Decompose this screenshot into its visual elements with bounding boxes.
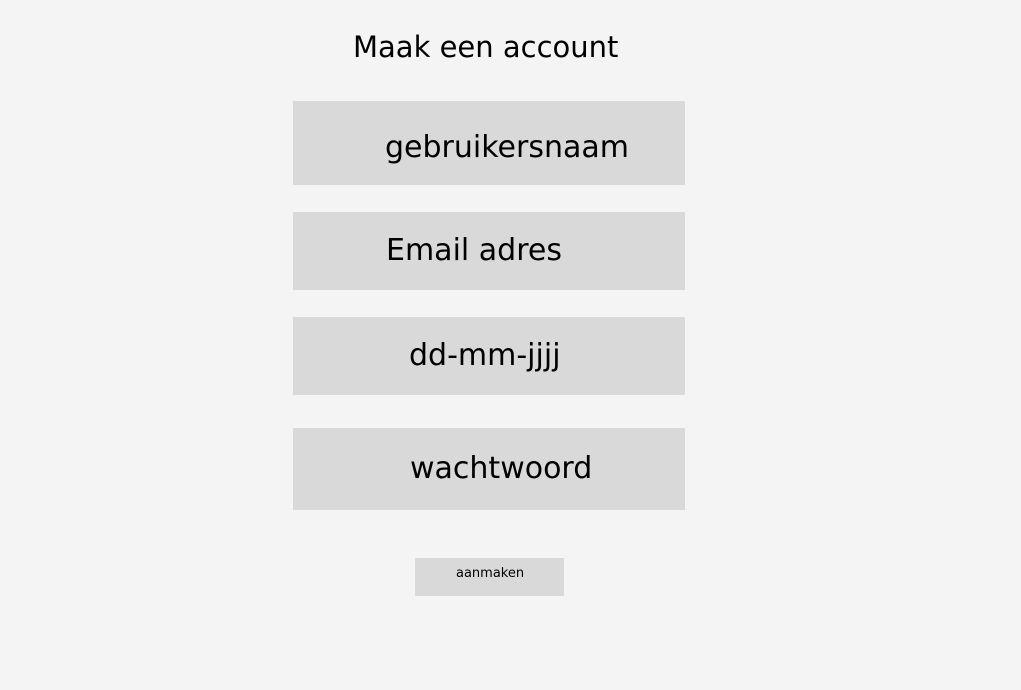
create-account-button-label: aanmaken	[456, 566, 525, 581]
birthdate-placeholder: dd-mm-jjjj	[409, 338, 561, 373]
email-placeholder: Email adres	[386, 233, 562, 268]
username-field[interactable]: gebruikersnaam	[293, 101, 685, 185]
username-placeholder: gebruikersnaam	[385, 130, 629, 165]
birthdate-field[interactable]: dd-mm-jjjj	[293, 317, 685, 395]
password-field[interactable]: wachtwoord	[293, 428, 685, 510]
page-title: Maak een account	[353, 30, 619, 64]
password-placeholder: wachtwoord	[410, 451, 593, 486]
create-account-button[interactable]: aanmaken	[415, 558, 564, 596]
email-field[interactable]: Email adres	[293, 212, 685, 290]
